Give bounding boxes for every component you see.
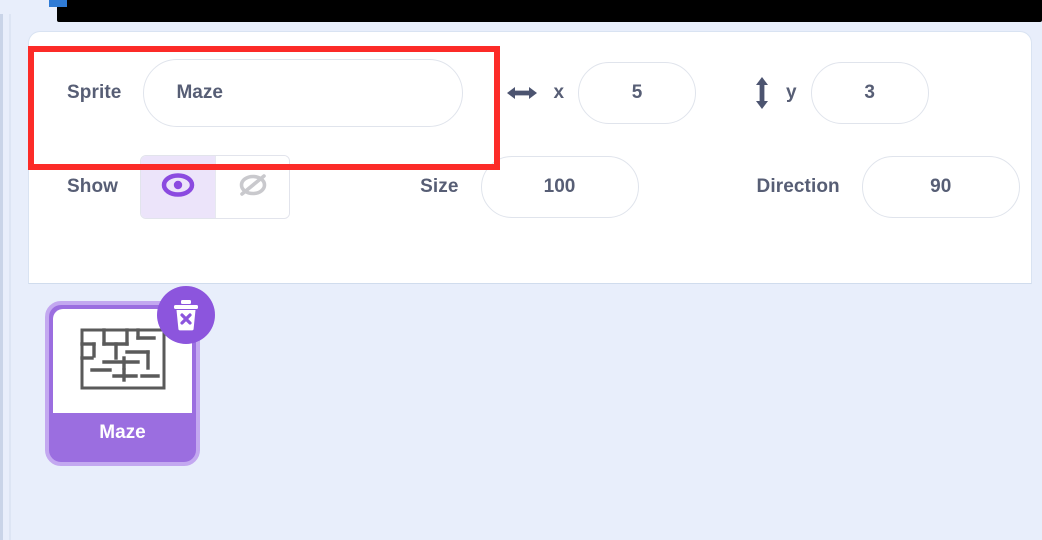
title-bar: [57, 0, 1042, 22]
eye-slash-icon: [236, 172, 270, 203]
x-axis-label: x: [553, 82, 565, 103]
sprite-list-panel: Maze: [28, 284, 1032, 540]
y-axis-label: y: [786, 82, 797, 103]
show-toggle-group[interactable]: [140, 155, 291, 219]
sprite-name-value: Maze: [176, 82, 223, 103]
window-top-strip: [0, 0, 1042, 24]
maze-thumbnail: [79, 327, 166, 395]
show-label: Show: [67, 176, 119, 197]
x-position-value: 5: [631, 82, 643, 103]
x-position-input[interactable]: 5: [578, 62, 697, 124]
sprite-tile-label: Maze: [99, 422, 146, 443]
show-visible-button[interactable]: [141, 156, 216, 218]
horizontal-double-arrow-icon: [505, 83, 539, 103]
sprite-name-label: Sprite: [67, 82, 122, 103]
direction-input[interactable]: 90: [861, 156, 1020, 218]
size-input[interactable]: 100: [480, 156, 639, 218]
size-value: 100: [543, 176, 576, 197]
vertical-double-arrow-icon: [752, 75, 772, 111]
page-gutter-outer: [0, 14, 3, 540]
sprite-info-row-primary: Sprite Maze x 5 y 3: [29, 48, 1031, 138]
sprite-name-input[interactable]: Maze: [143, 59, 464, 127]
show-hidden-button[interactable]: [215, 156, 290, 218]
window-accent-chip: [49, 0, 67, 7]
sprite-info-panel: Sprite Maze x 5 y 3 Show Size 100 Direct…: [28, 31, 1032, 284]
direction-label: Direction: [756, 176, 840, 197]
y-position-input[interactable]: 3: [810, 62, 929, 124]
sprite-tile-maze[interactable]: Maze: [45, 286, 215, 466]
direction-value: 90: [930, 176, 952, 197]
size-label: Size: [420, 176, 459, 197]
page-gutter-inner: [9, 14, 11, 540]
eye-icon: [161, 172, 195, 202]
trash-delete-icon[interactable]: [157, 286, 215, 344]
y-position-value: 3: [864, 82, 875, 103]
sprite-info-row-secondary: Show Size 100 Direction 90: [29, 142, 1031, 232]
